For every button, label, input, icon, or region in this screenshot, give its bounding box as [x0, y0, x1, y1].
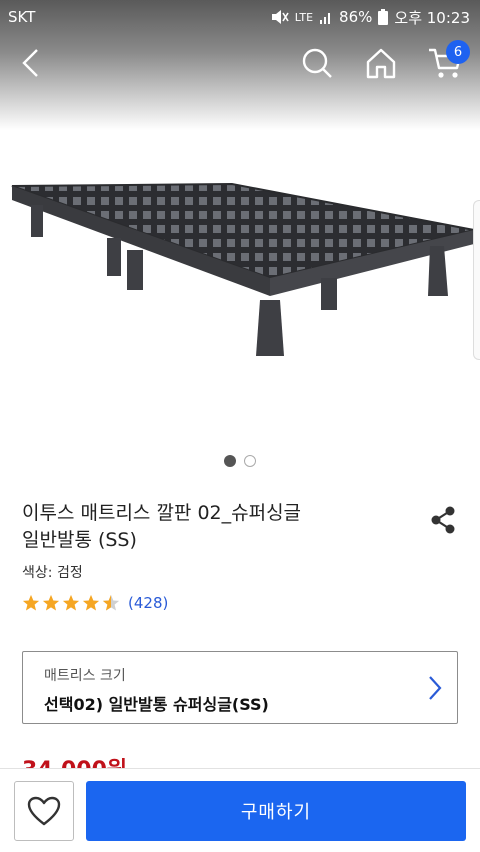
share-icon: [431, 506, 455, 534]
battery-percent: 86%: [339, 8, 373, 26]
wishlist-button[interactable]: [14, 781, 74, 841]
size-option-selector[interactable]: 매트리스 크기 선택02) 일반발통 슈퍼싱글(SS): [22, 651, 458, 724]
option-value: 선택02) 일반발통 슈퍼싱글(SS): [44, 695, 269, 714]
share-button[interactable]: [428, 505, 458, 535]
gallery-dots: [0, 455, 480, 467]
heart-icon: [27, 796, 61, 826]
cart-button[interactable]: 6: [424, 40, 470, 84]
product-image[interactable]: [0, 110, 480, 450]
chevron-right-icon: [429, 676, 442, 700]
product-title-line-2: 일반발통 (SS): [22, 529, 137, 551]
color-value: 검정: [56, 565, 83, 581]
star-icon: [42, 594, 60, 611]
option-label: 매트리스 크기: [44, 668, 126, 684]
top-nav: 6: [0, 34, 480, 92]
rating-row[interactable]: (428): [22, 594, 168, 612]
price-partial: 34,000원: [22, 756, 127, 768]
home-button[interactable]: [360, 42, 402, 84]
status-bar: SKT LTE 86% 오후 10:23: [0, 0, 480, 34]
color-info: 색상: 검정: [22, 562, 83, 582]
carrier-label: SKT: [8, 8, 36, 26]
star-icon: [82, 594, 100, 611]
search-button[interactable]: [296, 42, 338, 84]
status-right: LTE 86% 오후 10:23: [271, 7, 470, 28]
bottom-action-bar: 구매하기: [0, 768, 480, 852]
signal-icon: [320, 13, 331, 24]
back-icon: [22, 49, 38, 77]
buy-button[interactable]: 구매하기: [86, 781, 466, 841]
back-button[interactable]: [10, 42, 52, 84]
mattress-base-illustration: [11, 182, 475, 356]
next-image-peek[interactable]: [473, 200, 480, 360]
cart-count-badge: 6: [446, 40, 470, 64]
gallery-dot-1[interactable]: [224, 455, 236, 467]
clock: 오후 10:23: [394, 8, 470, 27]
mute-icon: [271, 10, 289, 24]
home-icon: [366, 48, 396, 79]
product-title: 이투스 매트리스 깔판 02_슈퍼싱글 일반발통 (SS): [22, 500, 412, 554]
star-icon: [62, 594, 80, 611]
review-count-link[interactable]: (428): [128, 594, 168, 612]
search-icon: [302, 48, 332, 78]
star-icon: [22, 594, 40, 611]
half-star-icon: [102, 594, 120, 611]
color-label: 색상:: [22, 565, 57, 581]
gallery-dot-2[interactable]: [244, 455, 256, 467]
battery-icon: [378, 9, 389, 25]
network-label: LTE: [294, 10, 314, 24]
product-title-line-1: 이투스 매트리스 깔판 02_슈퍼싱글: [22, 502, 302, 524]
